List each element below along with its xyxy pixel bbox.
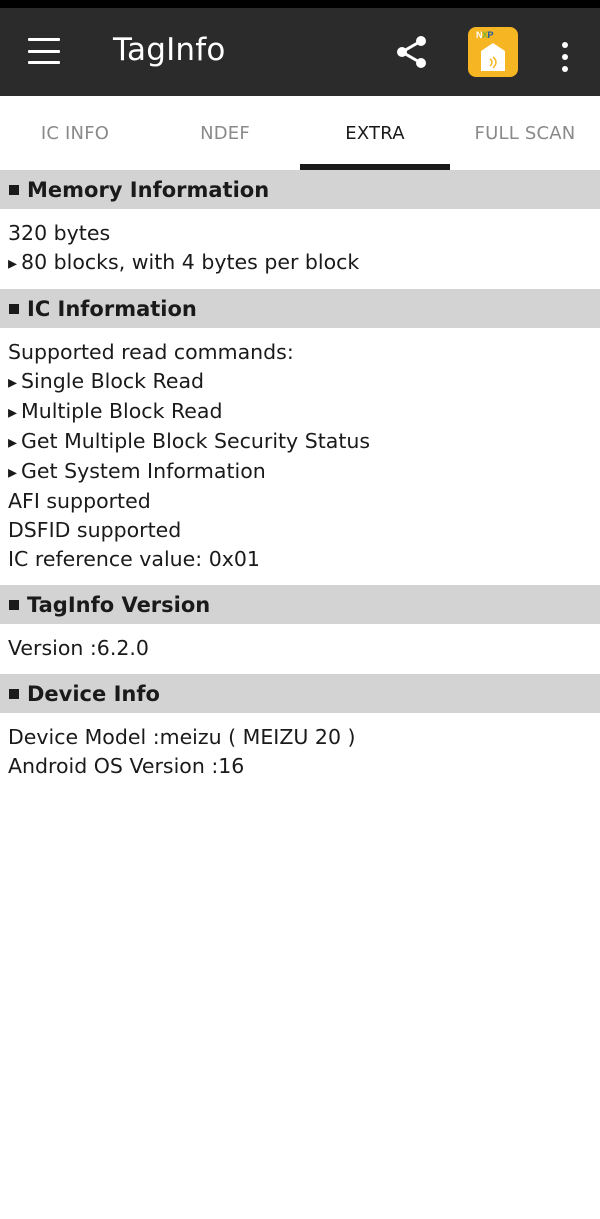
info-line: Device Model :meizu ( MEIZU 20 ) [8,725,356,749]
more-vert-icon[interactable] [558,42,572,72]
info-line: 320 bytes [8,221,111,245]
hamburger-menu-icon[interactable] [28,38,60,64]
tab-ic-info[interactable]: IC INFO [0,96,150,170]
section-header-ic: IC Information [0,289,600,328]
app-bar: TagInfo NXP [0,8,600,96]
info-subline: Get Multiple Block Security Status [8,427,592,457]
section-title: IC Information [27,296,197,321]
section-body-memory: 320 bytes 80 blocks, with 4 bytes per bl… [0,209,600,289]
section-body-version: Version :6.2.0 [0,624,600,674]
square-bullet-icon [9,688,19,699]
info-subline: Single Block Read [8,367,592,397]
app-title: TagInfo [113,32,226,68]
share-icon[interactable] [394,34,430,70]
nxp-logo: NXP [476,30,494,40]
square-bullet-icon [9,303,19,314]
content-area: Memory Information 320 bytes 80 blocks, … [0,170,600,792]
section-title: TagInfo Version [27,592,211,617]
tab-full-scan[interactable]: FULL SCAN [450,96,600,170]
info-line: IC reference value: 0x01 [8,547,260,571]
info-line: Version :6.2.0 [8,636,149,660]
section-header-version: TagInfo Version [0,585,600,624]
info-subline: 80 blocks, with 4 bytes per block [8,248,592,278]
section-body-device: Device Model :meizu ( MEIZU 20 ) Android… [0,713,600,792]
info-subline: Get System Information [8,457,592,487]
info-line: Supported read commands: [8,340,294,364]
info-line: DSFID supported [8,518,182,542]
version-section: TagInfo Version Version :6.2.0 [0,585,600,674]
section-header-memory: Memory Information [0,170,600,209]
status-bar [0,0,600,8]
memory-section: Memory Information 320 bytes 80 blocks, … [0,170,600,289]
info-line: AFI supported [8,489,151,513]
section-title: Device Info [27,681,160,706]
tab-ndef[interactable]: NDEF [150,96,300,170]
section-body-ic: Supported read commands: Single Block Re… [0,328,600,585]
tag-icon [481,43,505,71]
info-line: Android OS Version :16 [8,754,245,778]
section-title: Memory Information [27,177,270,202]
nxp-app-icon[interactable]: NXP [468,27,518,77]
device-section: Device Info Device Model :meizu ( MEIZU … [0,674,600,792]
square-bullet-icon [9,184,19,195]
ic-section: IC Information Supported read commands: … [0,289,600,585]
square-bullet-icon [9,599,19,610]
info-subline: Multiple Block Read [8,397,592,427]
tab-extra[interactable]: EXTRA [300,96,450,170]
section-header-device: Device Info [0,674,600,713]
tab-bar: IC INFO NDEF EXTRA FULL SCAN [0,96,600,170]
